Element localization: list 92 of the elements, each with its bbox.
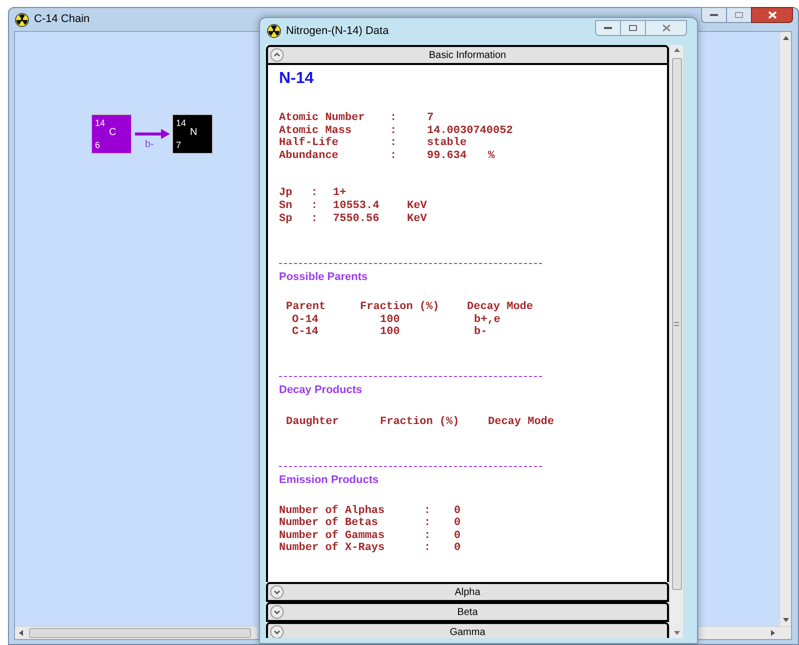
field-value: 0 <box>454 504 462 518</box>
scrollbar-thumb[interactable] <box>672 58 682 590</box>
section-title: Decay Products <box>279 382 364 397</box>
field-separator: : <box>311 187 319 200</box>
field-label: Sp <box>279 212 294 226</box>
field-value: 0 <box>454 517 462 530</box>
field-label: Half-Life <box>279 137 340 150</box>
radiation-icon <box>267 24 281 38</box>
expand-icon <box>270 625 284 638</box>
maximize-button[interactable] <box>621 20 645 36</box>
atomic-number: 6 <box>95 140 100 150</box>
table-cell-text: b- <box>473 326 488 339</box>
field-separator: : <box>424 542 432 555</box>
scrollbar-thumb[interactable] <box>29 628 251 638</box>
nuclide-box[interactable]: 14 N 7 <box>172 114 213 154</box>
scroll-up-icon[interactable] <box>782 36 788 40</box>
field-label: Sn <box>279 200 294 213</box>
field-separator: : <box>311 200 319 213</box>
field-separator: : <box>424 504 432 518</box>
field-separator: : <box>424 530 432 542</box>
table-cell-text: 100 <box>379 326 401 339</box>
mass-number: 14 <box>176 118 186 128</box>
vertical-scrollbar[interactable] <box>669 45 683 638</box>
section-title: Possible Parents <box>279 270 369 284</box>
field-label: Jp <box>279 187 294 200</box>
scrollbar-track[interactable] <box>699 626 791 639</box>
scroll-up-icon[interactable] <box>674 48 680 52</box>
minimize-button[interactable] <box>595 20 621 36</box>
expand-icon <box>270 585 284 599</box>
field-separator: : <box>390 137 398 150</box>
vertical-scrollbar[interactable] <box>779 32 791 626</box>
column-header: Decay Mode <box>467 301 534 314</box>
column-header: Fraction (%) <box>379 416 460 429</box>
section-header[interactable]: Gamma <box>266 622 669 638</box>
expand-icon <box>270 605 284 619</box>
mass-number: 14 <box>95 118 106 128</box>
table-cell-text: C-14 <box>291 326 320 339</box>
field-value: 1+ <box>333 187 348 200</box>
field-label: Atomic Number <box>279 112 366 125</box>
close-button[interactable] <box>751 7 793 23</box>
minimize-button[interactable] <box>701 7 727 23</box>
column-header: Parent <box>285 301 327 314</box>
section-header[interactable]: Basic Information <box>266 45 669 65</box>
field-value: 7 <box>427 112 435 125</box>
close-icon <box>768 11 776 19</box>
section-title: Emission Products <box>279 472 380 487</box>
field-value: stable <box>427 137 468 150</box>
window-title: C-14 Chain <box>34 12 90 28</box>
field-label: Number of Betas <box>279 517 380 530</box>
scroll-down-icon[interactable] <box>782 618 788 622</box>
decay-label: b- <box>145 139 154 151</box>
horizontal-scrollbar[interactable] <box>15 626 257 639</box>
scroll-right-icon[interactable] <box>771 630 775 636</box>
field-value: 10553.4 <box>333 200 380 213</box>
field-separator: : <box>390 150 398 162</box>
decay-arrow <box>135 129 170 139</box>
element-symbol: C <box>109 128 116 138</box>
table-cell-text: 100 <box>379 314 401 326</box>
section-header[interactable]: Beta <box>266 602 669 622</box>
close-icon <box>662 24 670 32</box>
field-label: Number of Gammas <box>279 530 386 542</box>
scroll-left-icon[interactable] <box>19 630 23 636</box>
field-unit: KeV <box>407 200 427 213</box>
window-title: Nitrogen-(N-14) Data <box>286 24 389 39</box>
table-cell-text: b+,e <box>473 314 500 326</box>
scroll-down-icon[interactable] <box>674 631 680 635</box>
field-label: Number of X-Rays <box>279 542 386 555</box>
atomic-number: 7 <box>176 140 182 150</box>
field-unit: KeV <box>407 212 427 226</box>
field-value: 0 <box>454 530 462 542</box>
table-cell-text: O-14 <box>291 314 320 326</box>
field-value: 0 <box>454 542 462 555</box>
field-unit: % <box>488 150 495 162</box>
field-separator: : <box>424 517 432 530</box>
field-label: Number of Alphas <box>279 504 386 517</box>
field-separator: : <box>390 124 398 138</box>
field-separator: : <box>311 212 319 226</box>
column-header: Decay Mode <box>487 416 554 429</box>
column-header: Fraction (%) <box>360 301 440 314</box>
element-symbol: N <box>190 128 198 138</box>
section-header[interactable]: Alpha <box>266 582 669 602</box>
column-header: Daughter <box>285 416 340 429</box>
field-value: 99.634 <box>427 150 468 162</box>
collapse-icon <box>270 48 284 62</box>
field-value: 7550.56 <box>333 212 380 226</box>
field-label: Atomic Mass <box>279 124 353 137</box>
nuclide-box[interactable]: 14 C 6 <box>91 114 132 154</box>
radiation-icon <box>15 12 29 26</box>
field-value: 14.0030740052 <box>427 124 513 137</box>
isotope-heading: N-14 <box>279 69 315 89</box>
field-label: Abundance <box>279 150 340 162</box>
field-separator: : <box>390 112 398 125</box>
